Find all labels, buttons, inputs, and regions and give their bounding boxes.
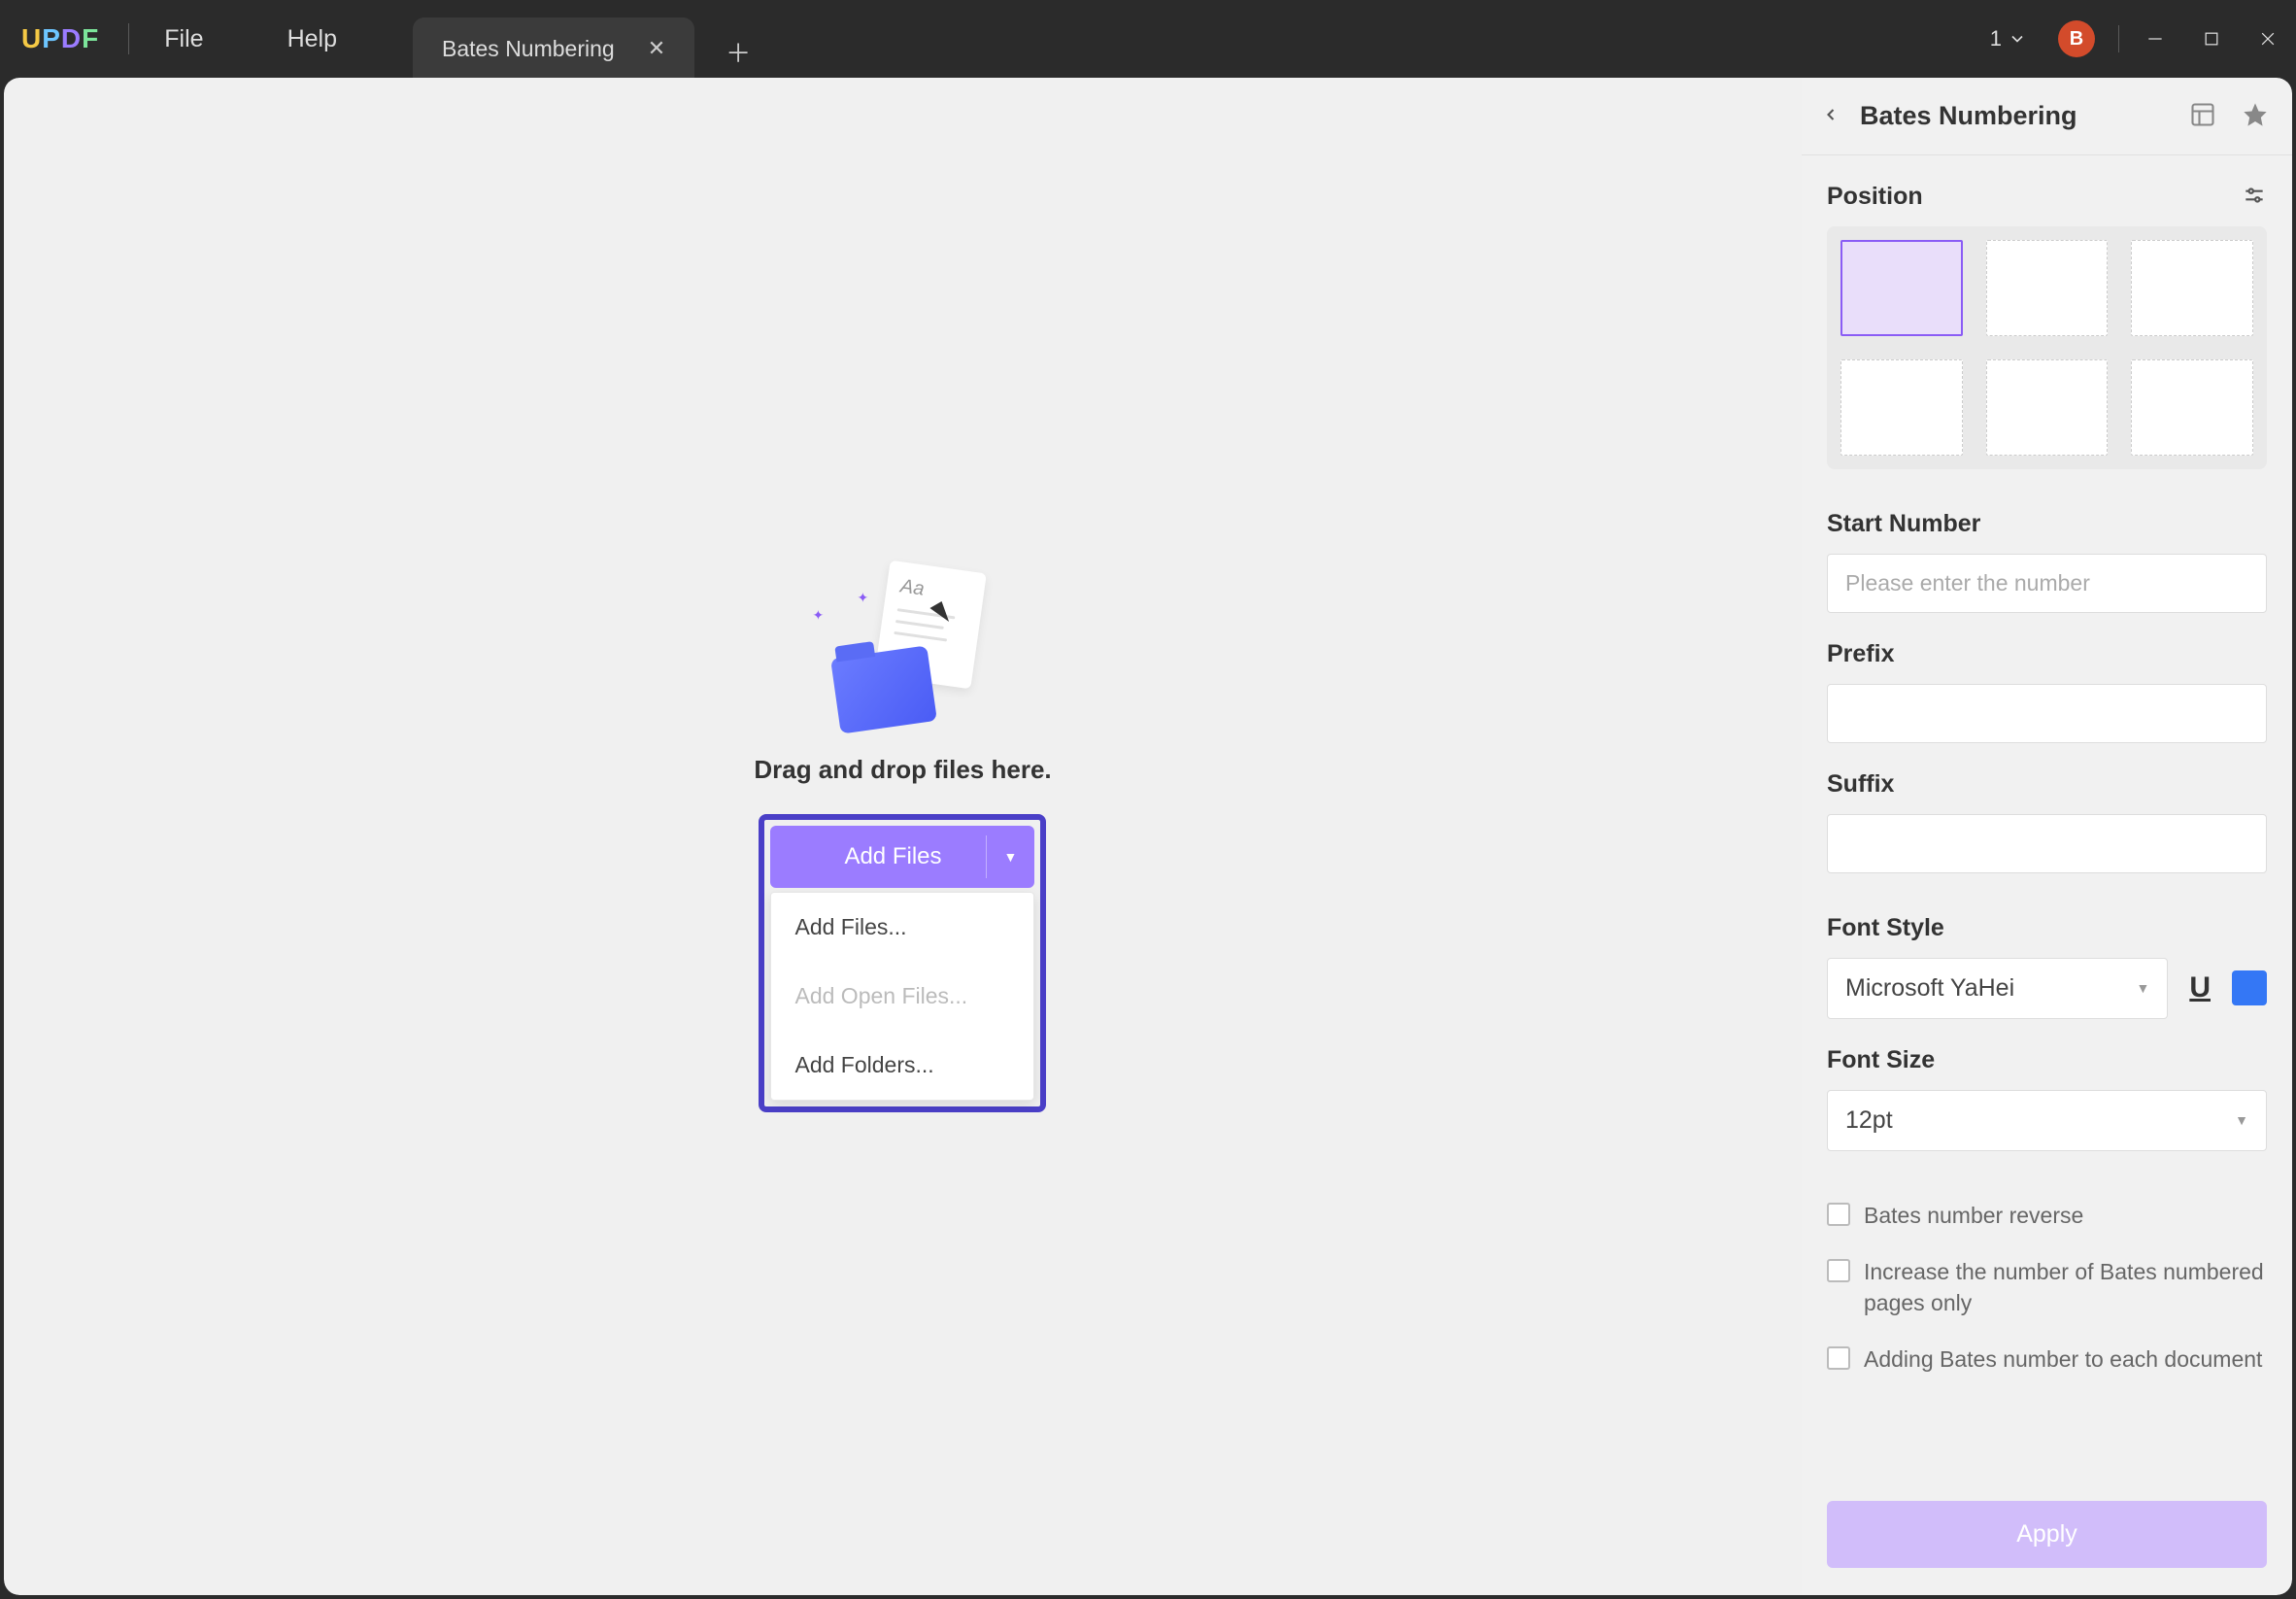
position-bottom-right[interactable] bbox=[2131, 359, 2253, 456]
start-number-input[interactable] bbox=[1827, 554, 2267, 613]
drop-area[interactable]: ✦ ✦ Drag and drop files here. Add Files … bbox=[754, 561, 1051, 1112]
chevron-left-icon bbox=[1821, 105, 1840, 124]
panel-header: Bates Numbering bbox=[1802, 78, 2292, 155]
dropdown-add-folders[interactable]: Add Folders... bbox=[771, 1031, 1033, 1100]
window-divider bbox=[2118, 25, 2119, 52]
position-top-right[interactable] bbox=[2131, 240, 2253, 336]
settings-panel: Bates Numbering Position bbox=[1802, 78, 2292, 1595]
window-count-dropdown[interactable]: 1 bbox=[1975, 26, 2043, 51]
folder-icon bbox=[831, 645, 938, 733]
panel-body[interactable]: Position Start Number bbox=[1802, 155, 2292, 1478]
add-files-highlighted-group: Add Files ▼ Add Files... Add Open Files.… bbox=[759, 814, 1046, 1112]
caret-down-icon: ▼ bbox=[2136, 980, 2149, 996]
position-grid bbox=[1827, 226, 2267, 469]
font-family-value: Microsoft YaHei bbox=[1845, 974, 2014, 1003]
tab-area: Bates Numbering ✕ ＋ bbox=[413, 0, 762, 78]
panel-favorite-button[interactable] bbox=[2238, 97, 2273, 135]
caret-down-icon: ▼ bbox=[1004, 849, 1018, 865]
position-settings-button[interactable] bbox=[2242, 183, 2267, 211]
underline-button[interactable]: U bbox=[2185, 968, 2214, 1008]
panel-footer: Apply bbox=[1802, 1478, 2292, 1595]
suffix-input[interactable] bbox=[1827, 814, 2267, 873]
panel-layout-button[interactable] bbox=[2185, 97, 2220, 135]
apply-button[interactable]: Apply bbox=[1827, 1501, 2267, 1568]
checkbox-reverse[interactable] bbox=[1827, 1203, 1850, 1226]
prefix-input[interactable] bbox=[1827, 684, 2267, 743]
start-number-label: Start Number bbox=[1827, 510, 2267, 538]
maximize-icon bbox=[2202, 29, 2221, 49]
minimize-icon bbox=[2145, 29, 2165, 49]
prefix-label: Prefix bbox=[1827, 640, 2267, 668]
suffix-label: Suffix bbox=[1827, 770, 2267, 799]
chevron-down-icon bbox=[2008, 29, 2027, 49]
checkbox-increase[interactable] bbox=[1827, 1259, 1850, 1282]
user-avatar[interactable]: B bbox=[2058, 20, 2095, 57]
tab-add-button[interactable]: ＋ bbox=[714, 26, 762, 78]
font-size-select[interactable]: 12pt ▼ bbox=[1827, 1090, 2267, 1151]
font-size-label: Font Size bbox=[1827, 1046, 2267, 1074]
font-size-value: 12pt bbox=[1845, 1106, 1893, 1135]
caret-down-icon: ▼ bbox=[2235, 1112, 2248, 1128]
add-files-dropdown-toggle[interactable]: ▼ bbox=[986, 826, 1034, 888]
minimize-button[interactable] bbox=[2127, 15, 2183, 63]
position-top-center[interactable] bbox=[1986, 240, 2109, 336]
back-button[interactable] bbox=[1815, 99, 1846, 133]
position-bottom-left[interactable] bbox=[1840, 359, 1963, 456]
drop-illustration: ✦ ✦ bbox=[800, 561, 1004, 735]
position-top-left[interactable] bbox=[1840, 240, 1963, 336]
drop-text: Drag and drop files here. bbox=[754, 755, 1051, 785]
position-label: Position bbox=[1827, 183, 1923, 211]
add-files-button[interactable]: Add Files ▼ bbox=[770, 826, 1034, 888]
sliders-icon bbox=[2242, 183, 2267, 208]
tab-bates-numbering[interactable]: Bates Numbering ✕ bbox=[413, 17, 694, 78]
tab-close-button[interactable]: ✕ bbox=[648, 36, 665, 61]
window-controls: 1 B bbox=[1975, 0, 2296, 78]
menu-help[interactable]: Help bbox=[270, 19, 355, 59]
font-style-label: Font Style bbox=[1827, 914, 2267, 942]
add-files-label: Add Files bbox=[844, 843, 961, 870]
star-icon bbox=[2242, 101, 2269, 128]
titlebar: UPDF File Help Bates Numbering ✕ ＋ 1 B bbox=[0, 0, 2296, 78]
checkbox-increase-label: Increase the number of Bates numbered pa… bbox=[1864, 1256, 2267, 1318]
dropdown-add-open-files: Add Open Files... bbox=[771, 962, 1033, 1031]
add-files-dropdown-menu: Add Files... Add Open Files... Add Folde… bbox=[770, 892, 1034, 1101]
menu-bar: File Help bbox=[147, 19, 355, 59]
sparkle-icon: ✦ bbox=[857, 590, 868, 606]
checkbox-each-doc-label: Adding Bates number to each document bbox=[1864, 1344, 2262, 1375]
close-button[interactable] bbox=[2240, 15, 2296, 63]
menu-file[interactable]: File bbox=[147, 19, 220, 59]
font-family-select[interactable]: Microsoft YaHei ▼ bbox=[1827, 958, 2168, 1019]
font-color-swatch[interactable] bbox=[2232, 970, 2267, 1005]
app-logo: UPDF bbox=[10, 23, 111, 54]
checkbox-each-doc[interactable] bbox=[1827, 1346, 1850, 1370]
tab-title: Bates Numbering bbox=[442, 36, 615, 62]
maximize-button[interactable] bbox=[2183, 15, 2240, 63]
layout-icon bbox=[2189, 101, 2216, 128]
sparkle-icon: ✦ bbox=[812, 607, 824, 624]
dropdown-add-files[interactable]: Add Files... bbox=[771, 893, 1033, 962]
content-area: ✦ ✦ Drag and drop files here. Add Files … bbox=[4, 78, 2292, 1595]
main-panel: ✦ ✦ Drag and drop files here. Add Files … bbox=[4, 78, 1802, 1595]
titlebar-divider bbox=[128, 23, 129, 54]
panel-title: Bates Numbering bbox=[1860, 101, 2172, 131]
close-icon bbox=[2258, 29, 2278, 49]
window-count-value: 1 bbox=[1990, 26, 2002, 51]
checkbox-reverse-label: Bates number reverse bbox=[1864, 1200, 2083, 1231]
position-bottom-center[interactable] bbox=[1986, 359, 2109, 456]
